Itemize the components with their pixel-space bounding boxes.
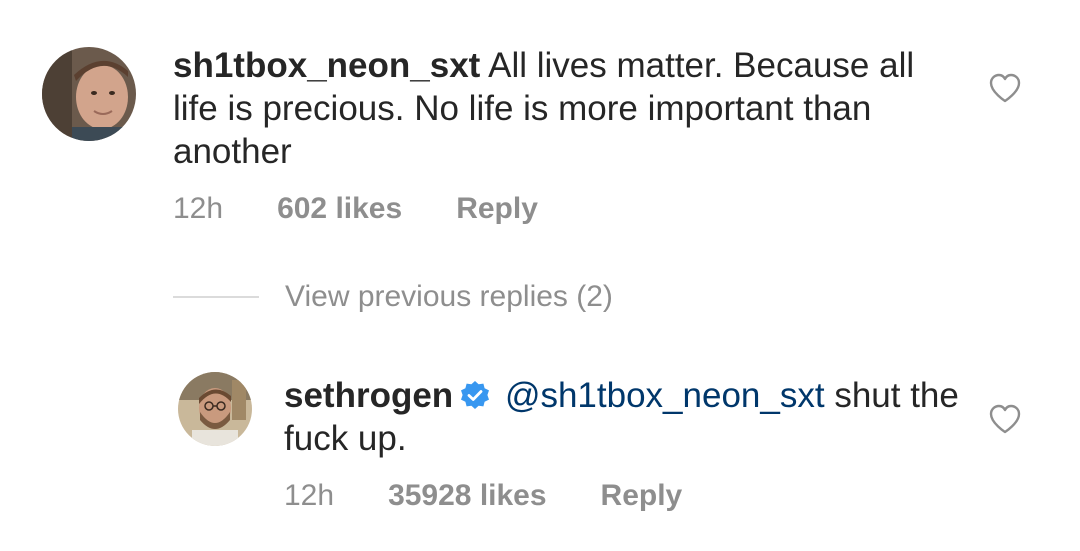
- heart-outline-icon[interactable]: [988, 72, 1022, 104]
- divider-line: [173, 296, 259, 298]
- comment-body: sh1tbox_neon_sxt All lives matter. Becau…: [173, 44, 963, 173]
- avatar-photo: [178, 372, 252, 446]
- verified-badge-icon: [459, 380, 491, 412]
- reply-meta: 12h 35928 likes Reply: [284, 479, 682, 513]
- comment-meta: 12h 602 likes Reply: [173, 192, 538, 226]
- reply-mention-link[interactable]: @sh1tbox_neon_sxt: [505, 376, 825, 415]
- avatar[interactable]: [178, 372, 252, 446]
- reply-timestamp: 12h: [284, 479, 335, 512]
- reply-username[interactable]: sethrogen: [284, 376, 453, 415]
- reply-button[interactable]: Reply: [456, 192, 538, 226]
- avatar[interactable]: [42, 47, 136, 141]
- comment-thread: sh1tbox_neon_sxt All lives matter. Becau…: [0, 0, 1080, 551]
- reply-likes-count[interactable]: 35928 likes: [388, 479, 546, 513]
- reply-body: sethrogen @sh1tbox_neon_sxt shut the fuc…: [284, 374, 964, 460]
- view-previous-replies-button[interactable]: View previous replies (2): [173, 280, 613, 314]
- heart-outline-icon[interactable]: [988, 403, 1022, 435]
- view-previous-replies-label: View previous replies (2): [285, 280, 613, 313]
- avatar-photo: [42, 47, 136, 141]
- comment-likes-count[interactable]: 602 likes: [277, 192, 402, 226]
- comment-username[interactable]: sh1tbox_neon_sxt: [173, 46, 480, 85]
- reply-button[interactable]: Reply: [601, 479, 683, 513]
- comment-timestamp: 12h: [173, 192, 224, 225]
